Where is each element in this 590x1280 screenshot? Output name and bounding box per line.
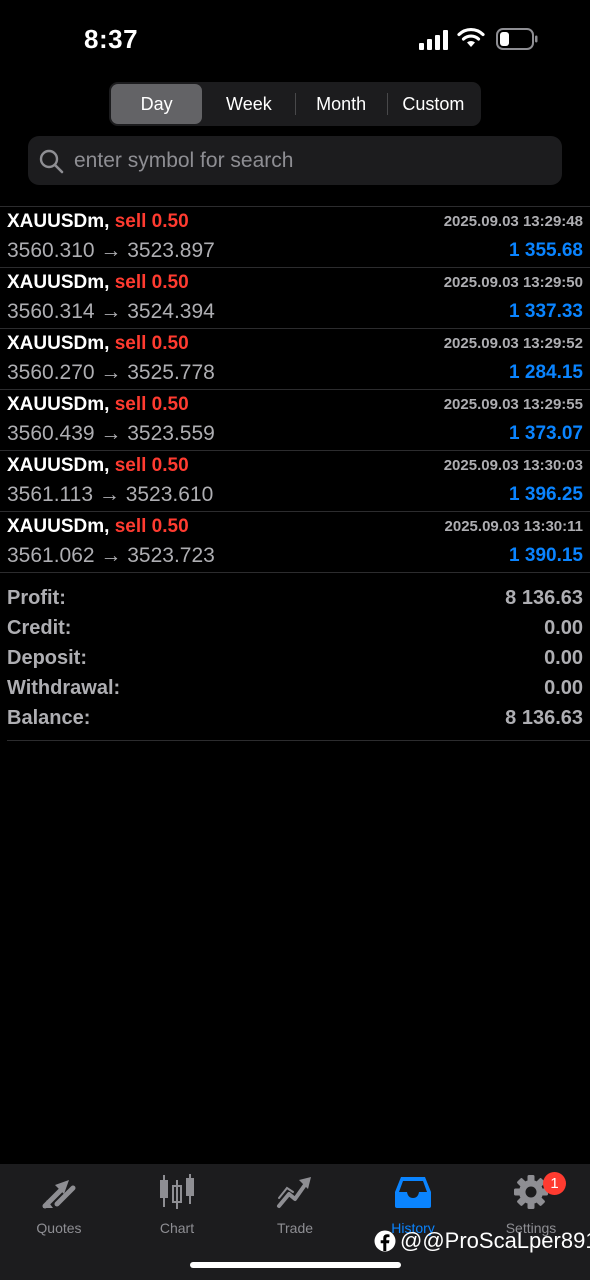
trade-trend-icon <box>277 1177 311 1208</box>
summary-value: 0.00 <box>544 677 583 699</box>
deal-symbol: XAUUSDm, <box>7 272 110 293</box>
status-time: 8:37 <box>84 24 139 54</box>
summary-row-profit: Profit: 8 136.63 <box>0 585 590 615</box>
settings-notification-badge: 1 <box>543 1172 566 1195</box>
deal-profit: 1 284.15 <box>509 362 583 383</box>
summary-row-withdrawal: Withdrawal: 0.00 <box>0 675 590 705</box>
deal-symbol: XAUUSDm, <box>7 211 110 232</box>
cellular-signal-icon <box>419 30 448 50</box>
facebook-icon <box>374 1230 396 1252</box>
deal-side: sell 0.50 <box>114 211 189 232</box>
deal-title: XAUUSDm, sell 0.50 <box>7 272 189 294</box>
deal-row[interactable]: XAUUSDm, sell 0.50 2025.09.03 13:30:03 3… <box>0 451 590 512</box>
summary-label: Balance: <box>7 707 91 729</box>
deal-symbol: XAUUSDm, <box>7 333 110 354</box>
deal-profit: 1 396.25 <box>509 484 583 505</box>
deal-row[interactable]: XAUUSDm, sell 0.50 2025.09.03 13:29:52 3… <box>0 329 590 390</box>
deal-row[interactable]: XAUUSDm, sell 0.50 2025.09.03 13:29:50 3… <box>0 268 590 329</box>
deal-symbol: XAUUSDm, <box>7 516 110 537</box>
summary-label: Deposit: <box>7 647 87 669</box>
deal-side: sell 0.50 <box>114 455 189 476</box>
tab-week[interactable]: Week <box>203 84 294 124</box>
deal-time: 2025.09.03 13:29:52 <box>443 335 583 352</box>
watermark: @@ProScaLper891 <box>374 1228 590 1254</box>
deal-side: sell 0.50 <box>114 272 189 293</box>
summary-divider <box>7 740 590 741</box>
tab-quotes[interactable]: Quotes <box>0 1174 118 1244</box>
deal-prices: 3560.270 → 3525.778 <box>7 361 215 384</box>
quotes-arrows-icon <box>42 1180 76 1209</box>
tab-label: Quotes <box>36 1220 82 1236</box>
tab-chart[interactable]: Chart <box>118 1174 236 1244</box>
deal-side: sell 0.50 <box>114 333 189 354</box>
deal-time: 2025.09.03 13:29:48 <box>443 213 583 230</box>
deal-time: 2025.09.03 13:29:55 <box>443 396 583 413</box>
deal-title: XAUUSDm, sell 0.50 <box>7 394 189 416</box>
tab-trade[interactable]: Trade <box>236 1174 354 1244</box>
deal-time: 2025.09.03 13:29:50 <box>443 274 583 291</box>
deals-list: XAUUSDm, sell 0.50 2025.09.03 13:29:48 3… <box>0 206 590 573</box>
summary-row-deposit: Deposit: 0.00 <box>0 645 590 675</box>
period-segmented-control: Day Week Month Custom <box>109 82 481 126</box>
summary-label: Profit: <box>7 587 66 609</box>
summary-value: 8 136.63 <box>505 587 583 609</box>
summary-row-balance: Balance: 8 136.63 <box>0 705 590 735</box>
wifi-icon <box>457 27 485 47</box>
candlestick-icon <box>160 1174 194 1209</box>
deal-prices: 3560.439 → 3523.559 <box>7 422 215 445</box>
deal-row[interactable]: XAUUSDm, sell 0.50 2025.09.03 13:30:11 3… <box>0 512 590 573</box>
deal-prices: 3560.310 → 3523.897 <box>7 239 215 262</box>
deal-side: sell 0.50 <box>114 394 189 415</box>
watermark-text: @@ProScaLper891 <box>400 1228 590 1253</box>
tab-label: Trade <box>276 1220 314 1236</box>
deal-prices: 3561.062 → 3523.723 <box>7 544 215 567</box>
deal-title: XAUUSDm, sell 0.50 <box>7 516 189 538</box>
tab-custom[interactable]: Custom <box>388 84 479 124</box>
summary-label: Withdrawal: <box>7 677 121 699</box>
summary-section: Profit: 8 136.63 Credit: 0.00 Deposit: 0… <box>0 585 590 735</box>
deal-symbol: XAUUSDm, <box>7 394 110 415</box>
home-indicator[interactable] <box>190 1262 401 1268</box>
status-bar: 8:37 <box>0 0 590 78</box>
summary-value: 0.00 <box>544 617 583 639</box>
summary-value: 8 136.63 <box>505 707 583 729</box>
summary-row-credit: Credit: 0.00 <box>0 615 590 645</box>
search-input[interactable] <box>72 147 562 174</box>
search-bar <box>28 136 562 185</box>
summary-value: 0.00 <box>544 647 583 669</box>
screen: 8:37 Day Week Month Custom enter symbol … <box>0 0 590 1280</box>
history-inbox-icon <box>395 1177 431 1208</box>
deal-profit: 1 337.33 <box>509 301 583 322</box>
deal-side: sell 0.50 <box>114 516 189 537</box>
deal-row[interactable]: XAUUSDm, sell 0.50 2025.09.03 13:29:48 3… <box>0 207 590 268</box>
deal-profit: 1 373.07 <box>509 423 583 444</box>
summary-label: Credit: <box>7 617 72 639</box>
deal-row[interactable]: XAUUSDm, sell 0.50 2025.09.03 13:29:55 3… <box>0 390 590 451</box>
battery-icon <box>496 28 538 50</box>
tab-month[interactable]: Month <box>296 84 387 124</box>
deal-title: XAUUSDm, sell 0.50 <box>7 211 189 233</box>
deal-profit: 1 355.68 <box>509 240 583 261</box>
deal-symbol: XAUUSDm, <box>7 455 110 476</box>
deal-time: 2025.09.03 13:30:03 <box>443 457 583 474</box>
deal-profit: 1 390.15 <box>509 545 583 566</box>
deal-time: 2025.09.03 13:30:11 <box>444 518 583 535</box>
deal-prices: 3560.314 → 3524.394 <box>7 300 215 323</box>
search-icon <box>39 149 64 173</box>
deal-title: XAUUSDm, sell 0.50 <box>7 333 189 355</box>
deal-title: XAUUSDm, sell 0.50 <box>7 455 189 477</box>
tab-day[interactable]: Day <box>111 84 203 124</box>
tab-label: Chart <box>159 1220 195 1236</box>
deal-prices: 3561.113 → 3523.610 <box>7 483 214 506</box>
